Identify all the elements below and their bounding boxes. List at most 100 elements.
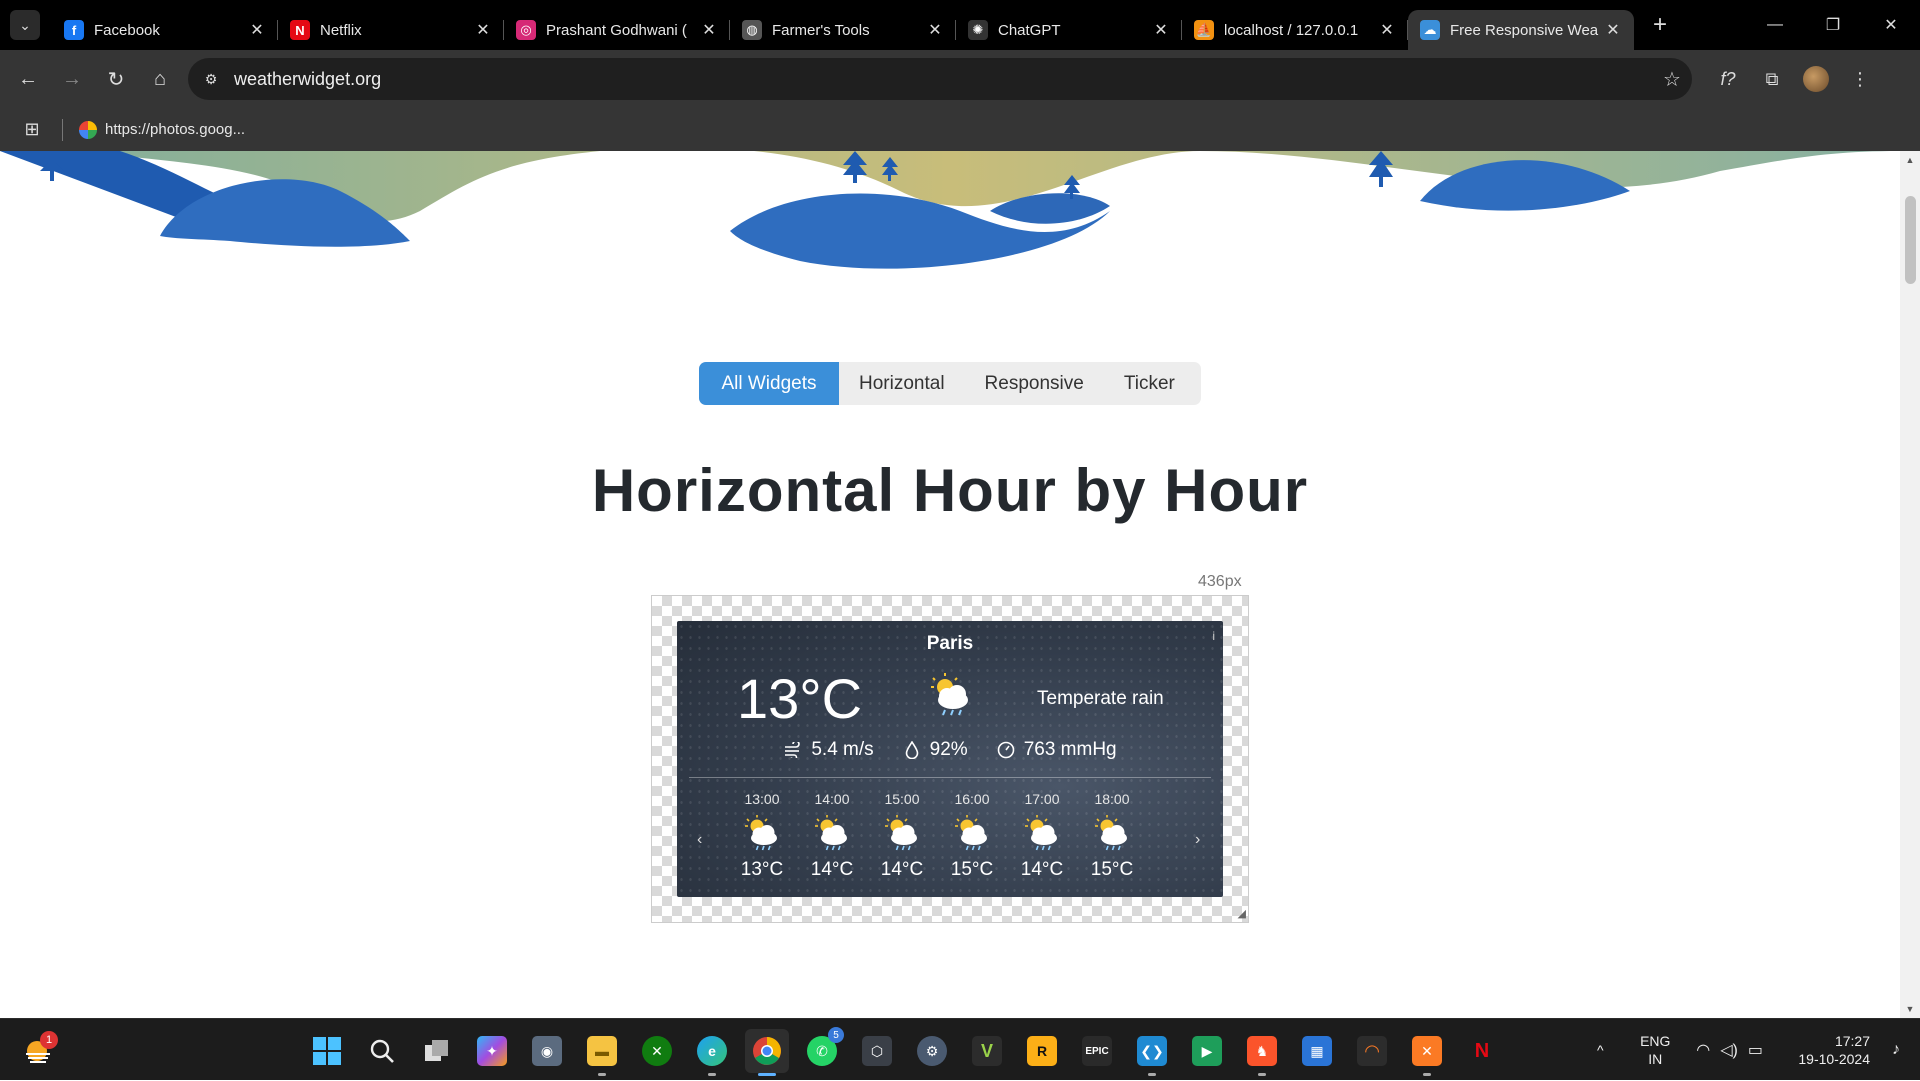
hour-temperature: 15°C bbox=[1090, 859, 1134, 880]
back-button[interactable]: ← bbox=[6, 59, 50, 99]
scroll-thumb[interactable] bbox=[1905, 196, 1916, 284]
hourly-next-arrow[interactable]: › bbox=[1195, 831, 1200, 849]
xbox-icon: ✕ bbox=[642, 1036, 672, 1066]
notification-bell-icon[interactable]: ♪ bbox=[1884, 1041, 1908, 1059]
taskbar-app-chrome[interactable] bbox=[745, 1029, 789, 1076]
humidity-stat: 92% bbox=[902, 739, 968, 761]
taskbar-app-vegas[interactable]: V bbox=[965, 1029, 1009, 1073]
tab-close-icon[interactable]: ✕ bbox=[1604, 20, 1622, 40]
hour-time: 17:00 bbox=[1024, 791, 1060, 807]
netflix-icon: N bbox=[290, 20, 310, 40]
tab-close-icon[interactable]: ✕ bbox=[926, 20, 944, 40]
widget-divider bbox=[689, 777, 1211, 778]
tab-close-icon[interactable]: ✕ bbox=[1378, 20, 1396, 40]
extension-fx-icon[interactable]: f? bbox=[1706, 59, 1750, 99]
close-window-button[interactable]: ✕ bbox=[1862, 0, 1920, 50]
hour-temperature: 14°C bbox=[880, 859, 924, 880]
taskbar-app-rockstar[interactable]: R bbox=[1020, 1029, 1064, 1073]
bookmark-star-icon[interactable]: ☆ bbox=[1652, 67, 1692, 92]
taskbar-app-settings[interactable]: ⚙ bbox=[910, 1029, 954, 1073]
resize-handle-icon[interactable]: ◢ bbox=[1238, 907, 1246, 920]
profile-avatar[interactable] bbox=[1803, 66, 1829, 92]
forward-button[interactable]: → bbox=[50, 59, 94, 99]
tab-close-icon[interactable]: ✕ bbox=[1152, 20, 1170, 40]
taskbar-app-brave[interactable]: ♞ bbox=[1240, 1029, 1284, 1076]
tab-horizontal[interactable]: Horizontal bbox=[839, 362, 965, 405]
pressure-stat: 763 mmHg bbox=[996, 739, 1117, 761]
task-view-button[interactable] bbox=[415, 1029, 459, 1073]
reload-button[interactable]: ↻ bbox=[94, 59, 138, 99]
taskbar-app-whatsapp[interactable]: ✆ 5 bbox=[800, 1027, 844, 1073]
clock[interactable]: 17:27 19-10-2024 bbox=[1786, 1032, 1870, 1068]
windows-logo-icon bbox=[313, 1037, 341, 1065]
browser-tab[interactable]: N Netflix ✕ bbox=[278, 10, 504, 50]
tab-ticker[interactable]: Ticker bbox=[1104, 362, 1195, 405]
tab-close-icon[interactable]: ✕ bbox=[248, 20, 266, 40]
rockstar-icon: R bbox=[1027, 1036, 1057, 1066]
window-controls: — ❐ ✕ bbox=[1746, 0, 1920, 50]
taskbar-app-jupyter[interactable]: ◠ bbox=[1350, 1029, 1394, 1073]
start-button[interactable] bbox=[305, 1029, 349, 1073]
tab-close-icon[interactable]: ✕ bbox=[474, 20, 492, 40]
weather-widget[interactable]: Paris i 13°C Temperate rain 5.4 m/s 92% … bbox=[677, 621, 1223, 897]
folder-icon: ▬ bbox=[587, 1036, 617, 1066]
hour-temperature: 15°C bbox=[950, 859, 994, 880]
hourly-forecast-item: 15:00 14°C bbox=[867, 791, 937, 881]
taskbar-app-epic-games[interactable]: EPIC bbox=[1075, 1029, 1119, 1073]
taskbar-app-file-explorer[interactable]: ▬ bbox=[580, 1029, 624, 1076]
browser-tab[interactable]: ☁ Free Responsive Wea ✕ bbox=[1408, 10, 1634, 50]
battery-icon: ▭ bbox=[1747, 1042, 1763, 1059]
volume-icon: ◁) bbox=[1720, 1042, 1738, 1059]
taskbar-app-copilot[interactable]: ✦ bbox=[470, 1029, 514, 1073]
taskbar-app-calendar[interactable]: ▦ bbox=[1295, 1029, 1339, 1073]
hexagon-app-icon: ⬡ bbox=[862, 1036, 892, 1066]
tab-close-icon[interactable]: ✕ bbox=[700, 20, 718, 40]
scroll-up-arrow-icon[interactable]: ▲ bbox=[1900, 155, 1920, 165]
site-info-icon[interactable]: ⚙ bbox=[196, 64, 226, 94]
taskbar-app-xampp[interactable]: ✕ bbox=[1405, 1029, 1449, 1076]
quick-settings[interactable]: ◠ ◁) ▭ bbox=[1691, 1040, 1768, 1060]
apps-grid-icon[interactable]: ⊞ bbox=[16, 119, 48, 140]
browser-tab[interactable]: ⛵ localhost / 127.0.0.1 ✕ bbox=[1182, 10, 1408, 50]
browser-tab[interactable]: ◍ Farmer's Tools ✕ bbox=[730, 10, 956, 50]
jupyter-icon: ◠ bbox=[1357, 1036, 1387, 1066]
wind-stat: 5.4 m/s bbox=[783, 739, 874, 761]
taskbar-app-camera[interactable]: ◉ bbox=[525, 1029, 569, 1073]
browser-tab[interactable]: f Facebook ✕ bbox=[52, 10, 278, 50]
omnibox[interactable]: ⚙ weatherwidget.org ☆ bbox=[188, 58, 1692, 100]
show-hidden-icons-chevron-icon[interactable]: ^ bbox=[1585, 1042, 1615, 1058]
humidity-drop-icon bbox=[902, 740, 922, 760]
hour-time: 13:00 bbox=[744, 791, 780, 807]
scroll-down-arrow-icon[interactable]: ▼ bbox=[1900, 1004, 1920, 1014]
taskbar-app-media-player[interactable]: ▶ bbox=[1185, 1029, 1229, 1073]
wifi-icon: ◠ bbox=[1696, 1042, 1711, 1059]
taskbar-app-edge[interactable]: e bbox=[690, 1029, 734, 1076]
browser-tab[interactable]: ✺ ChatGPT ✕ bbox=[956, 10, 1182, 50]
hourly-prev-arrow[interactable]: ‹ bbox=[697, 831, 702, 849]
page-scrollbar[interactable]: ▲ ▼ bbox=[1900, 151, 1920, 1018]
minimize-button[interactable]: — bbox=[1746, 0, 1804, 50]
home-button[interactable]: ⌂ bbox=[138, 59, 182, 99]
info-icon[interactable]: i bbox=[1212, 629, 1215, 643]
tab-search-button[interactable]: ⌄ bbox=[10, 10, 40, 40]
hour-time: 16:00 bbox=[954, 791, 990, 807]
rain-cloud-sun-icon bbox=[812, 813, 852, 853]
tab-all-widgets[interactable]: All Widgets bbox=[699, 362, 839, 405]
input-language-indicator[interactable]: ENG IN bbox=[1633, 1032, 1677, 1068]
hour-temperature: 14°C bbox=[810, 859, 854, 880]
new-tab-button[interactable]: + bbox=[1648, 11, 1672, 39]
whatsapp-badge: 5 bbox=[828, 1027, 844, 1043]
extensions-puzzle-icon[interactable]: ⧉ bbox=[1750, 59, 1794, 99]
url-text[interactable]: weatherwidget.org bbox=[234, 69, 1652, 90]
browser-menu-icon[interactable]: ⋮ bbox=[1838, 59, 1882, 99]
search-button[interactable] bbox=[360, 1029, 404, 1073]
bookmark-google-photos[interactable]: https://photos.goog... bbox=[79, 120, 245, 139]
taskbar-app-netflix[interactable]: N bbox=[1460, 1029, 1504, 1073]
tab-responsive[interactable]: Responsive bbox=[965, 362, 1104, 405]
taskbar-app-xbox[interactable]: ✕ bbox=[635, 1029, 679, 1073]
restore-button[interactable]: ❐ bbox=[1804, 0, 1862, 50]
taskbar-app-vscode[interactable]: ❮❯ bbox=[1130, 1029, 1174, 1076]
taskbar-app-hexagon[interactable]: ⬡ bbox=[855, 1029, 899, 1073]
browser-tab[interactable]: ◎ Prashant Godhwani (✕ bbox=[504, 10, 730, 50]
weather-notification-badge: 1 bbox=[40, 1031, 58, 1049]
